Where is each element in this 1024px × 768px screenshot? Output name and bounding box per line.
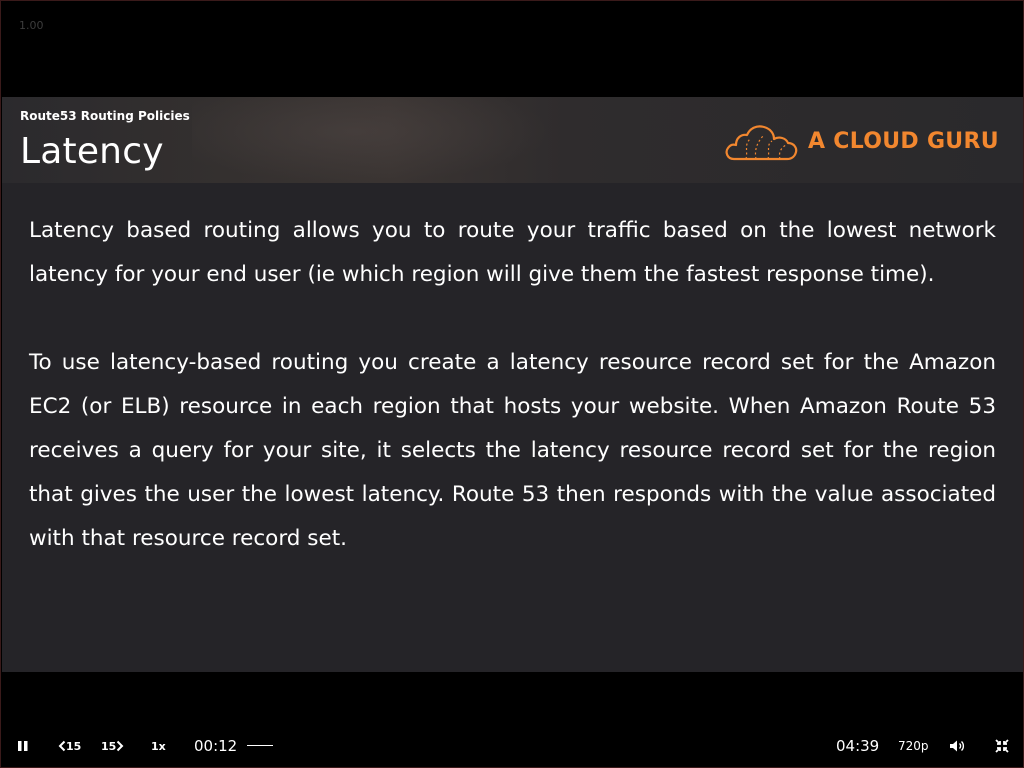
chevron-left-icon	[58, 740, 66, 752]
exit-fullscreen-icon	[995, 739, 1009, 753]
player-controls: 15 15 1x 00:12 04:39 720p	[1, 729, 1023, 763]
volume-icon	[950, 740, 965, 752]
rewind-15-button[interactable]: 15	[58, 729, 81, 763]
forward-label: 15	[101, 739, 117, 753]
slide-header: Route53 Routing Policies Latency A CLOUD…	[2, 97, 1023, 183]
section-label: Route53 Routing Policies	[20, 109, 190, 123]
duration: 04:39	[836, 737, 880, 755]
slide: Route53 Routing Policies Latency A CLOUD…	[2, 97, 1023, 672]
speed-button[interactable]: 1x	[151, 729, 166, 763]
zoom-level: 1.00	[19, 19, 44, 32]
pause-icon	[18, 741, 28, 751]
logo-text: A CLOUD GURU	[808, 128, 999, 154]
slide-title: Latency	[20, 131, 164, 172]
current-time: 00:12	[194, 737, 238, 755]
video-player[interactable]: 1.00 Route53 Routing Policies Latency A …	[0, 0, 1024, 768]
logo: A CLOUD GURU	[724, 119, 999, 163]
slide-body: Latency based routing allows you to rout…	[29, 209, 996, 561]
pause-button[interactable]	[17, 729, 29, 763]
speed-label: 1x	[151, 739, 166, 753]
rewind-label: 15	[66, 739, 82, 753]
forward-15-button[interactable]: 15	[101, 729, 124, 763]
chevron-right-icon	[117, 740, 124, 752]
exit-fullscreen-button[interactable]	[995, 729, 1009, 763]
volume-button[interactable]	[949, 729, 965, 763]
paragraph: Latency based routing allows you to rout…	[29, 218, 996, 287]
paragraph: To use latency-based routing you create …	[29, 350, 996, 551]
quality-button[interactable]: 720p	[898, 729, 929, 763]
progress-bar[interactable]	[247, 745, 273, 746]
cloud-logo-icon	[725, 125, 798, 161]
